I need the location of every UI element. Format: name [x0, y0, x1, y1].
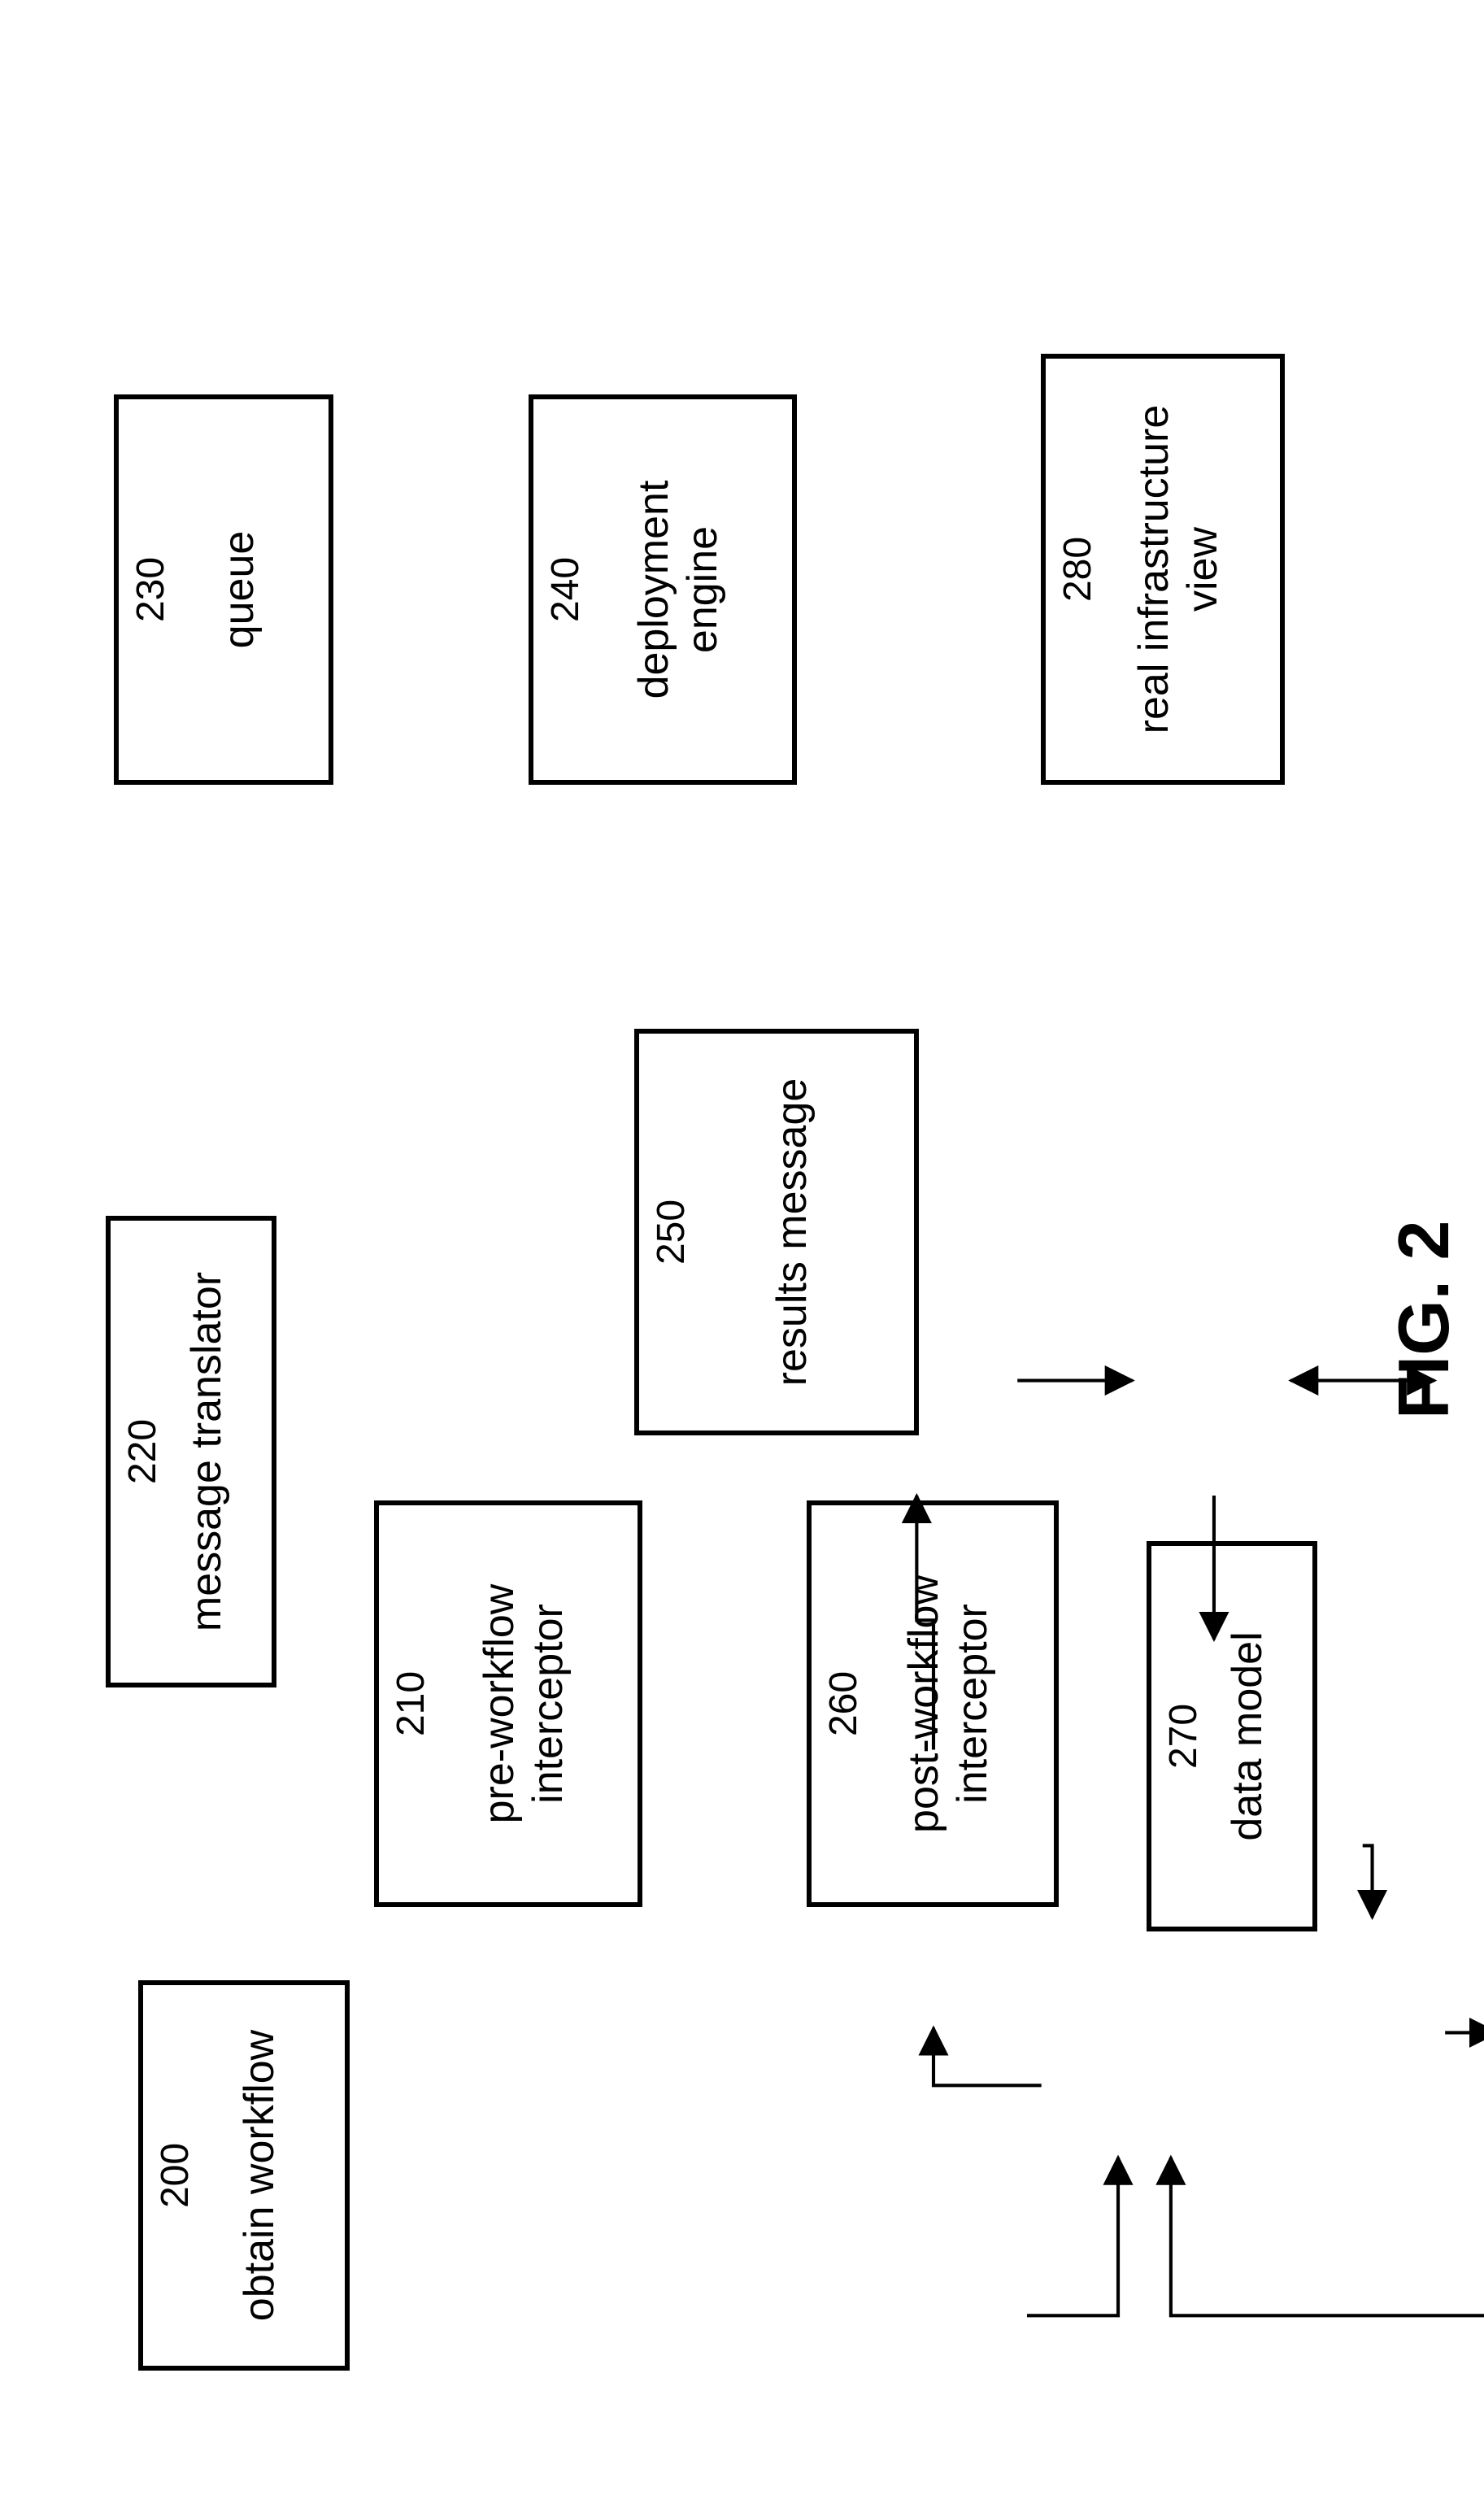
- node-real-infrastructure-view: 280 real infrastructure view: [1041, 354, 1285, 785]
- node-pre-workflow-interceptor: 210 pre-workflow interceptor: [374, 1500, 642, 1907]
- rotated-surface: 200 obtain workflow 220 message translat…: [0, 0, 1484, 2517]
- node-num: 230: [132, 399, 171, 780]
- node-num: 210: [392, 1505, 431, 1902]
- node-label: post-workflow interceptor: [900, 1560, 998, 1848]
- node-label: results message: [768, 1064, 817, 1401]
- node-num: 240: [546, 399, 585, 780]
- node-label: pre-workflow interceptor: [476, 1570, 573, 1839]
- node-label: queue: [215, 516, 264, 664]
- edge-200-210: [1027, 2158, 1118, 2316]
- diagram-canvas: 200 obtain workflow 220 message translat…: [0, 0, 1484, 2517]
- node-num: 200: [156, 1985, 195, 2366]
- node-results-message: 250 results message: [634, 1029, 919, 1435]
- node-post-workflow-interceptor: 260 post-workflow interceptor: [807, 1500, 1059, 1907]
- node-num: 260: [825, 1505, 864, 1902]
- edge-250-260: [1363, 1845, 1373, 1917]
- node-label: obtain workflow: [236, 2015, 285, 2336]
- edge-210-220: [933, 2028, 1042, 2086]
- node-num: 280: [1059, 359, 1098, 780]
- edge-270-210: [1171, 2158, 1484, 2316]
- node-label: message translator: [183, 1257, 232, 1646]
- node-label: real infrastructure view: [1130, 390, 1228, 749]
- node-label: deployment engine: [630, 466, 728, 714]
- node-deployment-engine: 240 deployment engine: [529, 394, 797, 785]
- node-label: data model: [1224, 1617, 1273, 1855]
- node-obtain-workflow: 200 obtain workflow: [138, 1980, 350, 2371]
- figure-caption: FIG. 2: [1382, 1221, 1465, 1420]
- node-num: 250: [652, 1034, 691, 1431]
- node-data-model: 270 data model: [1147, 1541, 1317, 1931]
- node-message-translator: 220 message translator: [106, 1216, 276, 1687]
- node-queue: 230 queue: [114, 394, 333, 785]
- node-num: 270: [1164, 1546, 1203, 1927]
- node-num: 220: [124, 1221, 163, 1683]
